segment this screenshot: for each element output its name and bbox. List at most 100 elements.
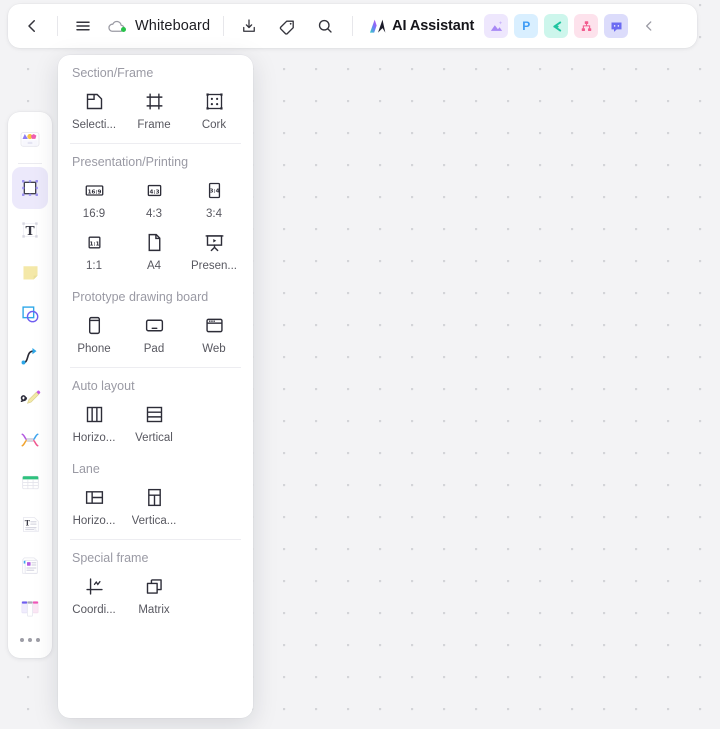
document-title[interactable]: Whiteboard [131,18,214,34]
sticky-note-icon [22,265,38,280]
card-icon [22,557,38,574]
svg-text:3:4: 3:4 [209,188,219,194]
search-button[interactable] [309,10,341,42]
option-ratio-16-9[interactable]: 16:9 16:9 [64,171,124,223]
sidebar-item-kanban[interactable] [12,587,48,629]
image-icon [490,20,502,31]
panel-section-grid: Horizo... Vertical [58,395,253,447]
option-paper-a4[interactable]: A4 [124,223,184,275]
sidebar-item-templates[interactable] [12,118,48,160]
connector-icon [21,348,37,365]
dot [36,638,40,642]
toolbar-divider [18,163,42,164]
sidebar-item-text[interactable]: T [12,209,48,251]
option-autolayout-horizontal[interactable]: Horizo... [64,395,124,447]
divider [57,16,58,36]
cork-icon [204,88,225,114]
sidebar-item-frame[interactable] [12,167,48,209]
frame-options-panel: Section/Frame Selecti... Frame Cork Pres… [58,55,253,718]
ai-assistant-button[interactable]: AI Assistant [363,10,481,42]
tag-button[interactable] [271,10,303,42]
option-device-pad[interactable]: Pad [124,306,184,358]
option-lane-vertical[interactable]: Vertica... [124,478,184,530]
menu-button[interactable] [67,10,99,42]
option-section-frame[interactable]: Frame [124,82,184,134]
pad-icon [144,312,165,338]
panel-section-grid: 16:9 16:9 4:3 4:3 3:4 3:4 1:1 1:1 A4 Pre… [58,171,253,275]
ratio-1-1-icon: 1:1 [83,229,106,255]
option-label: 4:3 [146,208,162,220]
panel-section-title: Special frame [72,551,149,565]
option-label: 3:4 [206,208,222,220]
svg-text:T: T [24,518,30,527]
option-label: Web [202,343,226,355]
option-label: Horizo... [72,515,116,527]
back-button[interactable] [16,10,48,42]
option-section-cork[interactable]: Cork [184,82,244,134]
dot [28,638,32,642]
option-section-selection[interactable]: Selecti... [64,82,124,134]
frame-icon [22,180,38,196]
cloud-status-button[interactable] [99,10,131,42]
option-presentation[interactable]: Presen... [184,223,244,275]
panel-section-grid: Horizo... Vertica... [58,478,253,530]
option-autolayout-vertical[interactable]: Vertical [124,395,184,447]
top-toolbar: Whiteboard AI Assistant P [8,4,697,48]
comment-icon [611,21,622,32]
option-ratio-4-3[interactable]: 4:3 4:3 [124,171,184,223]
option-ratio-3-4[interactable]: 3:4 3:4 [184,171,244,223]
option-label: Presen... [190,260,238,272]
sidebar-item-shape[interactable] [12,293,48,335]
svg-text:1:1: 1:1 [89,241,99,247]
sidebar-item-mindmap[interactable] [12,419,48,461]
ratio-4-3-icon: 4:3 [143,177,166,203]
option-label: Pad [143,343,165,355]
option-lane-horizontal[interactable]: Horizo... [64,478,124,530]
sidebar-item-document[interactable]: T [12,503,48,545]
panel-section-title: Auto layout [72,379,135,393]
web-icon [204,312,225,338]
sync-status-dot [120,27,126,32]
option-device-phone[interactable]: Phone [64,306,124,358]
svg-text:4:3: 4:3 [149,189,159,195]
app-icon-image[interactable] [484,14,509,38]
more-tools-button[interactable] [20,629,40,651]
mindmap-tool-icon [21,433,39,447]
sidebar-item-pen[interactable] [12,377,48,419]
ratio-16-9-icon: 16:9 [83,177,106,203]
app-icon-flowchart[interactable] [574,14,599,38]
option-device-web[interactable]: Web [184,306,244,358]
templates-icon [20,132,40,147]
ai-sparkle-icon [370,19,386,33]
option-ratio-1-1[interactable]: 1:1 1:1 [64,223,124,275]
option-label: A4 [146,260,162,272]
shape-icon [22,306,39,323]
collapse-toolbar-button[interactable] [633,10,665,42]
search-icon [319,19,332,33]
app-root: Whiteboard AI Assistant P T T Section/Fr… [0,0,720,729]
download-icon [243,19,256,32]
app-icon-mindmap[interactable] [544,14,569,38]
sidebar-item-connector[interactable] [12,335,48,377]
sidebar-item-sticky-note[interactable] [12,251,48,293]
app-icon-presentation[interactable]: P [514,14,539,38]
export-button[interactable] [233,10,265,42]
ratio-3-4-icon: 3:4 [203,177,226,203]
a4-icon [144,229,165,255]
hamburger-menu-icon [76,21,90,31]
option-label: 16:9 [82,208,106,220]
option-label: 1:1 [86,260,102,272]
option-label: Cork [201,119,227,131]
lane-vertical-icon [144,484,165,510]
option-coordinate[interactable]: Coordi... [64,567,124,619]
sidebar-item-card[interactable] [12,545,48,587]
sidebar-item-table[interactable] [12,461,48,503]
option-matrix[interactable]: Matrix [124,567,184,619]
app-icon-comment[interactable] [604,14,629,38]
layout-vertical-icon [144,401,165,427]
panel-section-grid: Coordi... Matrix [58,567,253,619]
divider [352,16,354,36]
